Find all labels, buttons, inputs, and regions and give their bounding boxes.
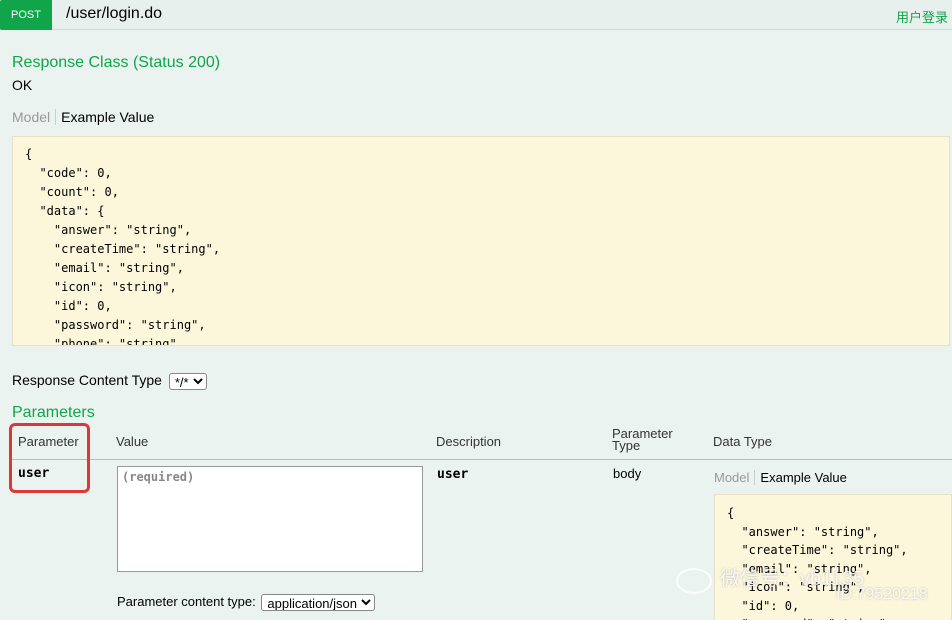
wechat-icon bbox=[676, 568, 712, 594]
parameter-name: user bbox=[18, 466, 50, 481]
column-header-description: Description bbox=[436, 434, 502, 449]
response-status-text: OK bbox=[12, 77, 33, 93]
parameter-content-type-select[interactable]: application/json bbox=[261, 594, 376, 612]
column-header-parameter-type: Parameter Type bbox=[612, 426, 673, 453]
operation-summary[interactable]: 用户登录 bbox=[896, 7, 948, 26]
parameter-highlight-box bbox=[9, 423, 90, 493]
parameter-content-type: Parameter content type: application/json bbox=[117, 594, 376, 612]
column-header-data-type: Data Type bbox=[713, 434, 773, 449]
parameter-content-type-label: Parameter content type: bbox=[117, 594, 256, 609]
column-header-value: Value bbox=[116, 434, 149, 449]
parameter-value-input[interactable] bbox=[117, 466, 423, 572]
response-class-heading: Response Class (Status 200) bbox=[12, 54, 221, 71]
http-method-badge[interactable]: POST bbox=[0, 0, 52, 30]
response-content-type: Response Content Type */* bbox=[12, 372, 207, 390]
parameter-type: body bbox=[613, 466, 642, 481]
tab-model[interactable]: Model bbox=[12, 109, 57, 125]
response-content-type-label: Response Content Type bbox=[12, 372, 162, 388]
endpoint-path[interactable]: /user/login.do bbox=[66, 5, 162, 23]
tab-model[interactable]: Model bbox=[714, 470, 756, 485]
parameter-model-tabs: Model Example Value bbox=[714, 470, 847, 485]
parameter-example-json[interactable]: { "answer": "string", "createTime": "str… bbox=[714, 494, 952, 620]
operation-header[interactable]: POST /user/login.do 用户登录 bbox=[0, 0, 952, 30]
tab-example-value[interactable]: Example Value bbox=[755, 470, 846, 485]
table-divider bbox=[12, 459, 952, 460]
parameter-description: user bbox=[437, 467, 469, 482]
parameters-heading: Parameters bbox=[12, 404, 95, 421]
response-content-type-select[interactable]: */* bbox=[168, 372, 207, 390]
response-example-json[interactable]: { "code": 0, "count": 0, "data": { "answ… bbox=[12, 136, 950, 346]
tab-example-value[interactable]: Example Value bbox=[56, 109, 154, 125]
response-model-tabs: Model Example Value bbox=[12, 109, 154, 125]
